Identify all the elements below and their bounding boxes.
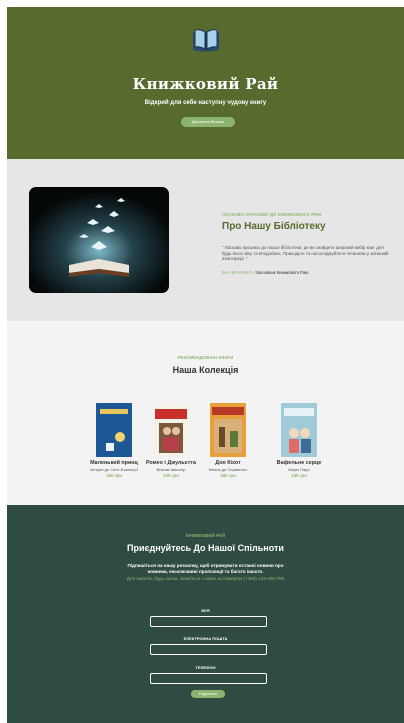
collection-section: РЕКОМЕНДОВАНІ КНИГИ Наша Колекція Малень… <box>7 321 404 505</box>
email-label: ЕЛЕКТРОННА ПОШТА <box>183 636 228 641</box>
book-author: Марія Парр <box>288 467 310 472</box>
book-author: Антуан де Сент-Екзюпері <box>90 467 138 472</box>
community-title: Приєднуйтесь До Нашої Спільноти <box>127 543 284 553</box>
about-section: ЛАСКАВО ПРОСИМО ДО КНИЖКОВОГО РАЮ Про На… <box>7 159 404 321</box>
book-card[interactable]: Маленький принц Антуан де Сент-Екзюпері … <box>83 403 145 478</box>
book-price: 150 грн <box>106 473 122 478</box>
book-price: 140 грн <box>291 473 307 478</box>
book-card[interactable]: Вафельне серце Марія Парр 140 грн <box>268 403 330 478</box>
about-signature: ВАН ВАНЕНКО - Засновник Книжкового Раю <box>222 270 308 275</box>
email-field[interactable] <box>150 644 267 655</box>
book-title: Дон Кіхот <box>215 460 241 466</box>
book-cover <box>210 403 246 457</box>
open-book-icon <box>193 29 219 52</box>
community-section: КНИЖКОВИЙ РАЙ Приєднуйтесь До Нашої Спіл… <box>7 505 404 723</box>
collection-eyebrow: РЕКОМЕНДОВАНІ КНИГИ <box>177 355 234 360</box>
about-title: Про Нашу Бібліотеку <box>222 221 326 232</box>
name-field[interactable] <box>150 616 267 627</box>
learn-more-button[interactable]: Дізнатися більше <box>181 117 235 127</box>
book-cover <box>281 403 317 457</box>
signature-role: - Засновник Книжкового Раю <box>252 270 309 275</box>
community-eyebrow: КНИЖКОВИЙ РАЙ <box>185 533 226 538</box>
site-title: Книжковий Рай <box>132 75 279 93</box>
book-title: Маленький принц <box>90 460 138 466</box>
phone-label: ТЕЛЕФОН <box>195 665 216 670</box>
book-price: 180 грн <box>220 473 236 478</box>
book-author: Мігель де Сервантес <box>208 467 248 472</box>
book-cover <box>96 403 132 457</box>
hero-subtitle: Відкрий для себе наступну чудову книгу <box>144 100 267 106</box>
book-author: Вільям Шекспір <box>156 467 186 472</box>
book-title: Вафельне серце <box>276 460 322 466</box>
hero-section: Книжковий Рай Відкрий для себе наступну … <box>7 7 404 159</box>
book-title: Ромео і Джульєтта <box>145 460 197 466</box>
page: Книжковий Рай Відкрий для себе наступну … <box>7 7 404 723</box>
about-quote: " Ласкаво просимо до нашої бібліотеки, д… <box>222 245 389 262</box>
collection-title: Наша Колекція <box>172 365 239 375</box>
about-eyebrow: ЛАСКАВО ПРОСИМО ДО КНИЖКОВОГО РАЮ <box>222 212 322 217</box>
book-price: 120 грн <box>163 473 179 478</box>
book-card[interactable]: Дон Кіхот Мігель де Сервантес 180 грн <box>197 403 259 478</box>
book-card[interactable]: Ромео і Джульєтта Вільям Шекспір 120 грн <box>140 403 202 478</box>
name-label: ІМ'Я <box>201 608 210 613</box>
submit-button[interactable]: Надіслати <box>191 690 225 698</box>
signature-name: ВАН ВАНЕНКО <box>222 270 252 275</box>
book-cover <box>153 403 189 457</box>
flying-book-image <box>29 187 169 293</box>
community-contact: Для запитів, будь ласка, звяжіться з нам… <box>126 576 285 581</box>
phone-field[interactable] <box>150 673 267 684</box>
community-description: Підпишіться на нашу розсилку, щоб отриму… <box>127 563 284 574</box>
